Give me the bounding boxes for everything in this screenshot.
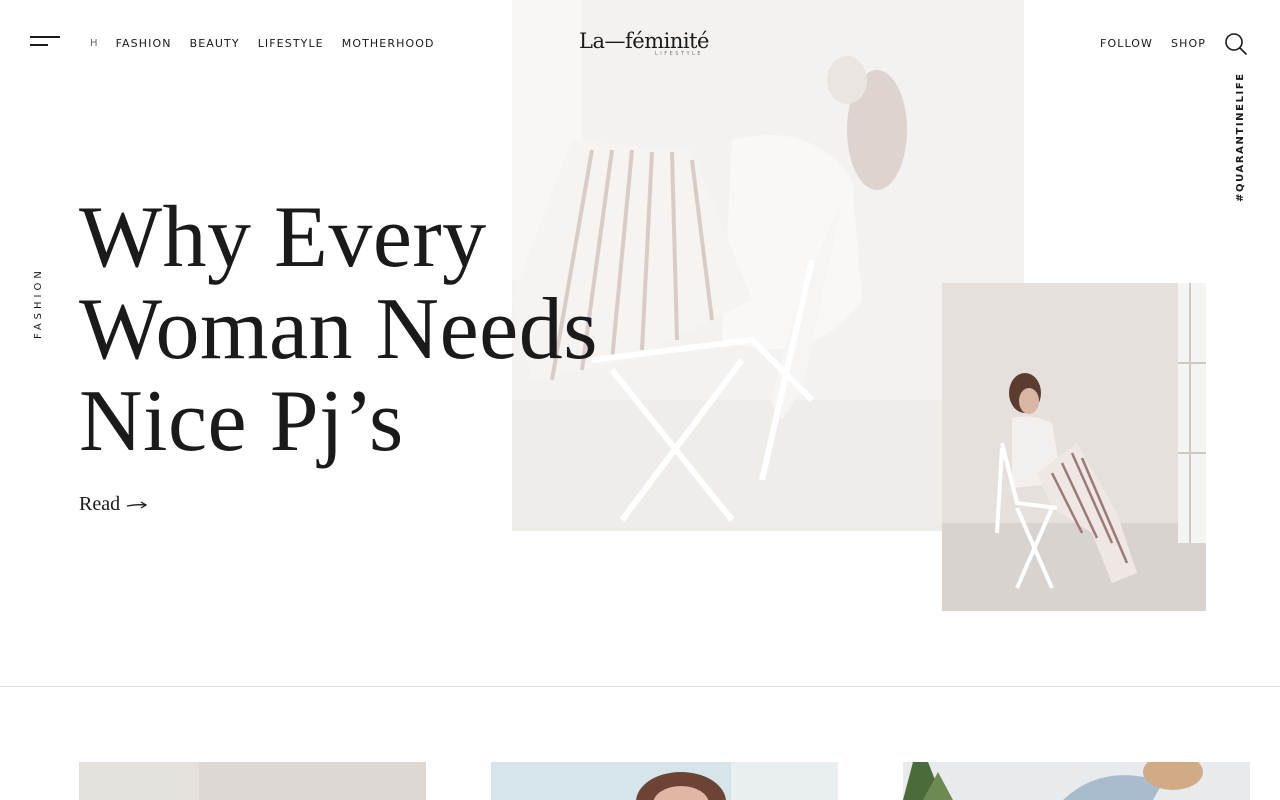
hero-category-label: FASHION [33,267,44,339]
hero-title[interactable]: Why Every Woman Needs Nice Pj’s [79,192,679,468]
arrow-right-icon [126,500,148,509]
hero-category[interactable]: FASHION [30,243,46,343]
menu-line [30,36,60,38]
hashtag-text: #QUARANTINELIFE [1235,72,1246,202]
nav-item-motherhood[interactable]: MOTHERHOOD [342,37,435,50]
nav-item-shop[interactable]: SHOP [1171,37,1206,50]
menu-icon[interactable] [30,34,62,50]
nav-item-beauty[interactable]: BEAUTY [190,37,240,50]
nav-item-home[interactable]: H [90,38,99,49]
nav-item-follow[interactable]: FOLLOW [1100,37,1153,50]
site-logo[interactable]: La—féminité LIFESTYLE [578,28,710,57]
nav-item-fashion[interactable]: FASHION [116,37,172,50]
article-card-image[interactable] [491,762,838,800]
menu-line [30,44,48,46]
section-divider [0,686,1280,687]
utility-nav: FOLLOW SHOP [1082,37,1206,50]
main-nav: H FASHION BEAUTY LIFESTYLE MOTHERHOOD [90,37,453,50]
hero-image-small [942,283,1206,611]
read-link[interactable]: Read [79,493,148,516]
article-card-image[interactable] [903,762,1250,800]
hashtag-label[interactable]: #QUARANTINELIFE [1232,70,1248,206]
nav-item-lifestyle[interactable]: LIFESTYLE [258,37,324,50]
search-icon[interactable] [1224,32,1248,56]
article-card-image[interactable] [79,762,426,800]
read-label: Read [79,493,121,515]
